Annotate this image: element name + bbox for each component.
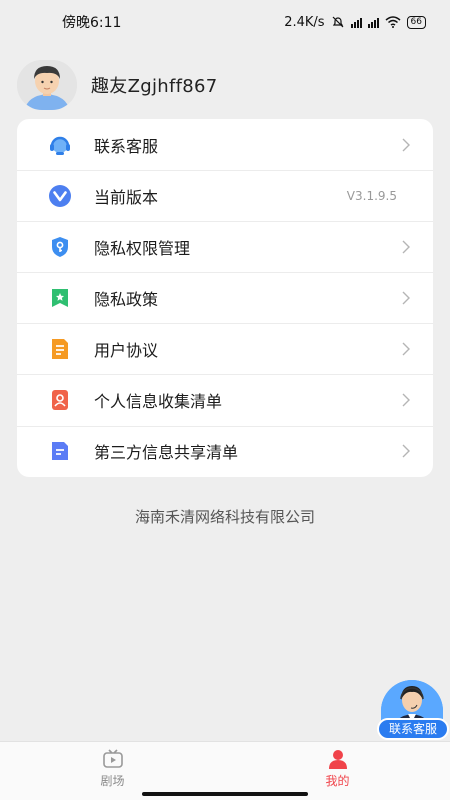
menu-item-user-agreement[interactable]: 用户协议 xyxy=(17,323,433,374)
signal-icon-2 xyxy=(367,17,379,28)
menu-item-label: 隐私权限管理 xyxy=(94,238,191,258)
tab-label: 我的 xyxy=(325,774,350,788)
chevron-right-icon xyxy=(402,291,410,305)
headset-icon xyxy=(47,132,73,158)
status-indicators: 2.4K/s 66 xyxy=(284,15,426,30)
battery-indicator: 66 xyxy=(406,15,426,29)
status-bar: 傍晚6:11 2.4K/s 66 xyxy=(0,0,450,44)
version-icon xyxy=(47,183,73,209)
signal-icon xyxy=(350,17,362,28)
person-icon xyxy=(328,750,347,769)
chevron-right-icon xyxy=(402,444,410,458)
menu-item-customer-service[interactable]: 联系客服 xyxy=(17,119,433,170)
chevron-right-icon xyxy=(402,393,410,407)
person-card-icon xyxy=(47,387,73,413)
profile-header[interactable]: 趣友Zgjhff867 xyxy=(17,60,218,110)
bookmark-star-icon xyxy=(47,285,73,311)
menu-item-label: 用户协议 xyxy=(94,340,159,360)
username: 趣友Zgjhff867 xyxy=(91,76,218,97)
company-name: 海南禾清网络科技有限公司 xyxy=(134,508,315,526)
menu-item-label: 联系客服 xyxy=(94,136,159,156)
home-indicator xyxy=(142,792,308,796)
status-time: 傍晚6:11 xyxy=(62,15,122,31)
chevron-right-icon xyxy=(402,138,410,152)
chevron-right-icon xyxy=(402,342,410,356)
menu-item-label: 隐私政策 xyxy=(94,289,159,309)
version-value: V3.1.9.5 xyxy=(346,188,397,203)
tab-label: 剧场 xyxy=(100,774,125,788)
menu-item-label: 第三方信息共享清单 xyxy=(94,443,239,463)
menu-item-label: 当前版本 xyxy=(94,187,159,207)
menu-item-personal-info-list[interactable]: 个人信息收集清单 xyxy=(17,374,433,425)
file-lines-icon xyxy=(47,438,73,464)
menu-item-version[interactable]: 当前版本 V3.1.9.5 xyxy=(17,170,433,221)
tv-play-icon xyxy=(102,749,123,768)
settings-menu: 联系客服 当前版本 V3.1.9.5 隐私权限管理 隐私政策 用户协议 个人信息… xyxy=(17,119,433,477)
menu-item-label: 个人信息收集清单 xyxy=(94,392,223,412)
wifi-icon xyxy=(385,16,401,28)
shield-key-icon xyxy=(47,234,73,260)
avatar[interactable] xyxy=(17,60,77,110)
menu-item-privacy-permissions[interactable]: 隐私权限管理 xyxy=(17,221,433,272)
floating-customer-service-button[interactable]: 联系客服 xyxy=(376,676,450,742)
menu-item-third-party-sharing[interactable]: 第三方信息共享清单 xyxy=(17,425,433,477)
document-icon xyxy=(47,336,73,362)
floating-service-label: 联系客服 xyxy=(377,718,449,740)
chevron-right-icon xyxy=(402,240,410,254)
network-speed: 2.4K/s xyxy=(284,14,325,30)
menu-item-privacy-policy[interactable]: 隐私政策 xyxy=(17,272,433,323)
mute-bell-icon xyxy=(332,16,343,28)
